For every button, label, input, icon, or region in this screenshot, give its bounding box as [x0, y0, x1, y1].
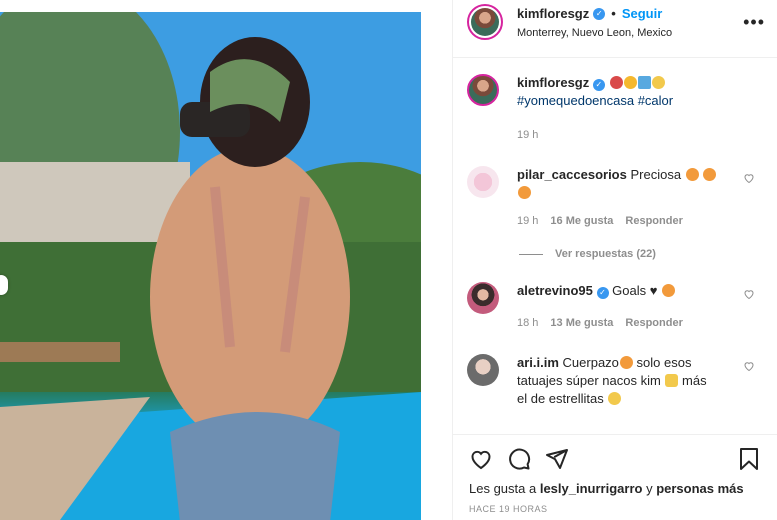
comment-username[interactable]: aletrevino95 [517, 283, 593, 298]
likes-user-link[interactable]: lesly_inurrigarro [540, 481, 643, 496]
heart-icon[interactable] [469, 447, 493, 471]
beach-emoji-icon [637, 76, 651, 89]
post-footer: Les gusta a lesly_inurrigarro y personas… [453, 434, 777, 514]
comment-item: aletrevino95 ✓ Goals ♥ 18 h 13 Me gusta … [467, 282, 765, 332]
likes-others-link[interactable]: personas más [656, 481, 743, 496]
worried-emoji-icon [608, 392, 622, 405]
view-replies-label: Ver respuestas (22) [555, 248, 656, 260]
action-bar [469, 447, 761, 471]
avatar[interactable] [467, 282, 499, 314]
heart-eyes-emoji-icon [518, 186, 531, 199]
view-replies-button[interactable]: Ver respuestas (22) [519, 248, 765, 260]
post-photo[interactable] [0, 12, 421, 520]
post-sidebar: kimfloresgz ✓ • Seguir Monterrey, Nuevo … [452, 0, 777, 520]
verified-icon: ✓ [592, 79, 605, 91]
avatar[interactable] [467, 166, 499, 198]
reply-button[interactable]: Responder [625, 314, 682, 332]
comment-text: Preciosa [630, 167, 682, 182]
comment-item: ari.i.im Cuerpazo solo esos tatuajes súp… [467, 354, 765, 408]
separator-dot: • [611, 6, 616, 21]
likes-conj: y [646, 481, 653, 496]
photo-illustration [0, 12, 421, 520]
thumbs-down-emoji-icon [665, 374, 679, 387]
reply-button[interactable]: Responder [625, 212, 682, 230]
heart-icon[interactable] [743, 172, 755, 184]
replies-divider [519, 253, 543, 255]
caption-username[interactable]: kimfloresgz [517, 75, 589, 90]
location-link[interactable]: Monterrey, Nuevo Leon, Mexico [517, 27, 672, 39]
share-icon[interactable] [545, 447, 569, 471]
comment-time: 19 h [517, 215, 539, 227]
heart-eyes-emoji-icon [662, 284, 676, 297]
heart-icon[interactable] [743, 360, 755, 372]
verified-icon: ✓ [593, 7, 606, 20]
comments-list[interactable]: kimfloresgz ✓ #yomequedoencasa #calor 19… [467, 72, 765, 432]
comment-text: Goals ♥ [612, 283, 658, 298]
avatar[interactable] [467, 74, 499, 106]
caption-hashtags[interactable]: #yomequedoencasa #calor [517, 92, 717, 110]
post-media [0, 0, 452, 520]
header-username[interactable]: kimfloresgz [517, 6, 589, 21]
caption: kimfloresgz ✓ #yomequedoencasa #calor 19… [467, 74, 765, 144]
heart-eyes-emoji-icon [685, 168, 699, 181]
verified-icon: ✓ [596, 287, 609, 299]
devil-emoji-icon [609, 76, 623, 89]
likes-prefix: Les gusta a [469, 481, 537, 496]
sun-emoji-icon [623, 76, 637, 89]
post-timestamp: HACE 19 HORAS [469, 504, 548, 514]
bookmark-icon[interactable] [737, 447, 761, 471]
heart-eyes-emoji-icon [619, 356, 633, 369]
likes-summary: Les gusta a lesly_inurrigarro y personas… [469, 481, 761, 496]
avatar[interactable] [467, 354, 499, 386]
comment-time: 18 h [517, 317, 539, 329]
comment-username[interactable]: ari.i.im [517, 355, 559, 370]
comment-item: pilar_caccesorios Preciosa 19 h 16 Me gu… [467, 166, 765, 230]
heart-eyes-emoji-icon [703, 168, 717, 181]
comment-likes[interactable]: 16 Me gusta [550, 212, 613, 230]
heart-icon[interactable] [743, 288, 755, 300]
follow-button[interactable]: Seguir [622, 6, 662, 21]
grin-emoji-icon [651, 76, 665, 89]
post-header: kimfloresgz ✓ • Seguir Monterrey, Nuevo … [453, 0, 777, 58]
comment-icon[interactable] [507, 447, 531, 471]
comment-likes[interactable]: 13 Me gusta [550, 314, 613, 332]
more-icon[interactable]: ••• [743, 12, 765, 33]
comment-username[interactable]: pilar_caccesorios [517, 167, 627, 182]
avatar[interactable] [467, 4, 503, 40]
comment-text: Cuerpazo [562, 355, 619, 370]
caption-time: 19 h [517, 129, 539, 141]
